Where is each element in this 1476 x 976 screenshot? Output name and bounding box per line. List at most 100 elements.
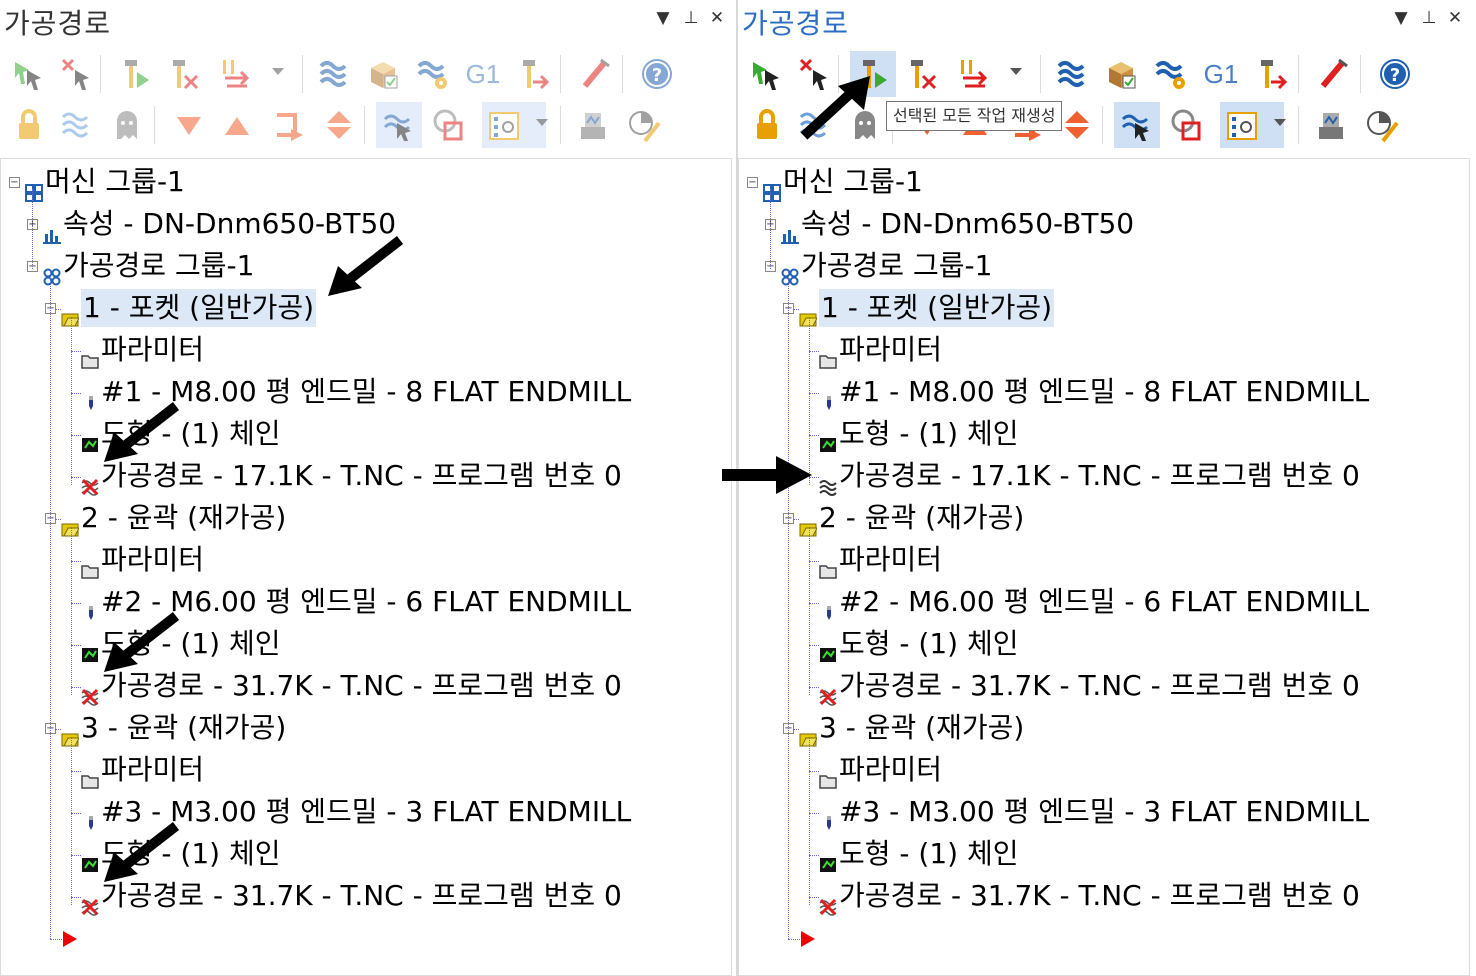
verify-button[interactable] [360, 51, 406, 97]
regenerate-dirty-button[interactable] [162, 51, 208, 97]
parameters-node[interactable]: 파라미터 [81, 749, 204, 789]
machine-group-node[interactable]: 머신 그룹-1 [763, 161, 923, 202]
tool-node[interactable]: #1 - M8.00 평 엔드밀 - 8 FLAT ENDMILL [819, 371, 1369, 411]
parameters-node[interactable]: 파라미터 [81, 329, 204, 369]
lock-button[interactable] [744, 102, 790, 148]
expand-collapse-button[interactable] [316, 102, 362, 148]
toolpath-node[interactable]: 가공경로 - 31.7K - T.NC - 프로그램 번호 0 [819, 665, 1360, 706]
operation-node[interactable]: 2 - 윤곽 (재가공) [61, 497, 286, 537]
operation-node[interactable]: 2 - 윤곽 (재가공) [799, 497, 1024, 537]
select-all-button[interactable] [744, 51, 790, 97]
g1-post-icon: G1 [465, 58, 501, 89]
help-button[interactable]: ? [1372, 51, 1418, 97]
tool-node[interactable]: #2 - M6.00 평 엔드밀 - 6 FLAT ENDMILL [819, 581, 1369, 621]
machine-settings-button[interactable] [570, 102, 616, 148]
verify-icon [371, 62, 398, 89]
tree-expander[interactable]: − [747, 177, 758, 188]
ghost-button[interactable] [104, 102, 150, 148]
toolpath-node[interactable]: 가공경로 - 31.7K - T.NC - 프로그램 번호 0 [819, 875, 1360, 916]
move-ops-button[interactable] [952, 51, 998, 97]
parameters-icon [819, 761, 837, 789]
operations-tree[interactable]: 머신 그룹-1 속성 - DN-Dnm650-BT50 가공경로 그룹-1 1 - 포… [738, 158, 1470, 976]
panel-close-button[interactable]: ✕ [1444, 8, 1466, 28]
g1-post-button[interactable]: G1 [1198, 51, 1244, 97]
parameters-node[interactable]: 파라미터 [819, 749, 942, 789]
node-label: 1 - 포켓 (일반가공) [81, 289, 317, 327]
tree-connector [809, 737, 810, 905]
parameters-node[interactable]: 파라미터 [819, 539, 942, 579]
insert-arrow-button[interactable] [266, 102, 312, 148]
display-toolpath-button[interactable] [376, 102, 422, 148]
stock-button[interactable] [1164, 102, 1210, 148]
edit-chart-button[interactable] [622, 102, 668, 148]
operation-node[interactable]: 1 - 포켓 (일반가공) [799, 287, 1055, 327]
regenerate-all-button[interactable] [112, 51, 158, 97]
dropdown-arrow[interactable] [272, 68, 284, 75]
panel-pin-button[interactable]: ⊥ [1418, 8, 1440, 28]
tree-connector [793, 519, 799, 520]
toolpath-display-button[interactable] [1050, 51, 1096, 97]
stock-button[interactable] [426, 102, 472, 148]
display-toolpath-icon [1121, 114, 1149, 141]
toolpath-group-node[interactable]: 가공경로 그룹-1 [43, 245, 254, 286]
panel-close-button[interactable]: ✕ [706, 8, 728, 28]
parameters-node[interactable]: 파라미터 [819, 329, 942, 369]
post-selected-button[interactable] [1250, 51, 1296, 97]
tool-node[interactable]: #3 - M3.00 평 엔드밀 - 3 FLAT ENDMILL [819, 791, 1369, 831]
tree-connector [71, 603, 81, 604]
wave-button[interactable] [54, 102, 100, 148]
regenerate-tooltip: 선택된 모든 작업 재생성 [886, 101, 1063, 131]
properties-node[interactable]: 속성 - DN-Dnm650-BT50 [781, 203, 1134, 244]
node-label: 머신 그룹-1 [783, 165, 923, 198]
node-label: 3 - 윤곽 (재가공) [819, 711, 1025, 744]
highlight-toolpath-button[interactable] [572, 51, 618, 97]
move-up-button[interactable] [214, 102, 260, 148]
post-selected-button[interactable] [512, 51, 558, 97]
node-label: 1 - 포켓 (일반가공) [819, 289, 1055, 327]
panel-menu-button[interactable]: ▼ [652, 8, 674, 28]
toolpath-display-button[interactable] [312, 51, 358, 97]
help-icon: ? [1380, 59, 1410, 89]
lock-button[interactable] [6, 102, 52, 148]
deselect-button[interactable] [54, 51, 100, 97]
move-down-button[interactable] [166, 102, 212, 148]
tree-connector [809, 813, 819, 814]
toolpath-group-node[interactable]: 가공경로 그룹-1 [781, 245, 992, 286]
node-label: 도형 - (1) 체인 [839, 837, 1019, 870]
operation-node[interactable]: 1 - 포켓 (일반가공) [61, 287, 317, 327]
geometry-node[interactable]: 도형 - (1) 체인 [819, 623, 1019, 663]
dropdown-arrow[interactable] [536, 119, 548, 126]
properties-icon [781, 215, 799, 244]
simulate-button[interactable] [1148, 51, 1194, 97]
geometry-node[interactable]: 도형 - (1) 체인 [819, 833, 1019, 873]
tree-connector [50, 271, 51, 939]
panel-pin-button[interactable]: ⊥ [680, 8, 702, 28]
node-label: 머신 그룹-1 [45, 165, 185, 198]
dropdown-arrow[interactable] [1010, 68, 1022, 75]
simulate-button[interactable] [410, 51, 456, 97]
machine-settings-button[interactable] [1308, 102, 1354, 148]
tree-expander[interactable]: − [9, 177, 20, 188]
select-all-button[interactable] [6, 51, 52, 97]
toolbar-separator [302, 55, 303, 93]
parameters-icon [819, 551, 837, 579]
toolpath-node[interactable]: 가공경로 - 17.1K - T.NC - 프로그램 번호 0 [819, 455, 1360, 496]
tree-connector [55, 729, 61, 730]
tool-icon [819, 383, 837, 410]
operation-node[interactable]: 3 - 윤곽 (재가공) [61, 707, 286, 747]
node-label: #2 - M6.00 평 엔드밀 - 6 FLAT ENDMILL [839, 585, 1370, 618]
verify-button[interactable] [1098, 51, 1144, 97]
dropdown-arrow[interactable] [1274, 119, 1286, 126]
operation-node[interactable]: 3 - 윤곽 (재가공) [799, 707, 1024, 747]
machine-group-node[interactable]: 머신 그룹-1 [25, 161, 185, 202]
parameters-node[interactable]: 파라미터 [81, 539, 204, 579]
display-toolpath-button[interactable] [1114, 102, 1160, 148]
panel-menu-button[interactable]: ▼ [1390, 8, 1412, 28]
help-button[interactable]: ? [634, 51, 680, 97]
move-ops-button[interactable] [214, 51, 260, 97]
edit-chart-button[interactable] [1360, 102, 1406, 148]
g1-post-button[interactable]: G1 [460, 51, 506, 97]
geometry-node[interactable]: 도형 - (1) 체인 [819, 413, 1019, 453]
regenerate-dirty-button[interactable] [900, 51, 946, 97]
highlight-toolpath-button[interactable] [1310, 51, 1356, 97]
